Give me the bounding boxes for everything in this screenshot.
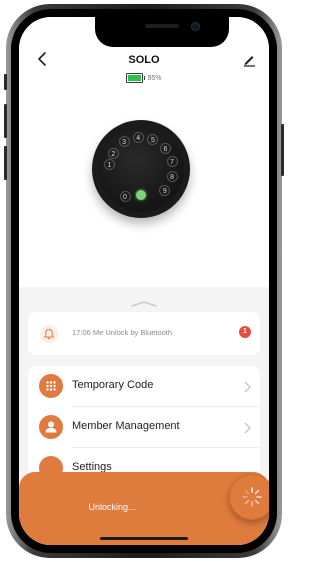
chevron-right-icon (242, 380, 252, 393)
volume-up-button (4, 104, 7, 138)
edit-button[interactable] (241, 51, 257, 67)
keypad-key-4: 4 (132, 131, 144, 143)
lock-header-area: SOLO 95% 1234567 89 0 (19, 17, 269, 287)
bell-icon (40, 325, 58, 343)
chevron-up-icon (131, 301, 157, 307)
recent-activity-card[interactable]: 17:06 Me Unlock by Bluetooth 1 (28, 312, 260, 355)
lock-status-led (136, 190, 146, 200)
keypad-face: 1234567 89 0 (98, 126, 184, 212)
keypad-key-9: 9 (159, 184, 171, 196)
person-icon (39, 415, 63, 439)
app-screen: SOLO 95% 1234567890 17:06 Me Unlock by B… (19, 17, 269, 545)
feature-menu: Temporary Code Member Management Setting… (28, 366, 260, 486)
recent-activity-text: 17:06 Me Unlock by Bluetooth (72, 328, 173, 337)
sheet-handle[interactable] (131, 294, 157, 307)
home-indicator[interactable] (100, 537, 188, 540)
phone-frame: SOLO 95% 1234567890 17:06 Me Unlock by B… (4, 4, 284, 558)
keypad-key-1: 1 (103, 159, 115, 171)
page-title: SOLO (128, 54, 160, 66)
battery-status: 95% (19, 73, 269, 83)
notification-badge: 1 (239, 326, 251, 338)
battery-icon (126, 73, 146, 83)
phone-bezel: SOLO 95% 1234567890 17:06 Me Unlock by B… (11, 9, 277, 553)
battery-percentage: 95% (147, 74, 162, 82)
earpiece-speaker (145, 24, 179, 28)
keypad-key-5: 5 (147, 133, 159, 145)
keypad-grid-icon (39, 374, 63, 398)
keypad-key-6: 6 (160, 142, 171, 154)
smart-lock-keypad-image: 1234567 89 0 (92, 120, 190, 218)
keypad-key-8: 8 (166, 171, 178, 183)
keypad-key-7: 7 (166, 155, 178, 167)
power-button (281, 124, 284, 176)
volume-down-button (4, 146, 7, 180)
unlock-button[interactable] (229, 474, 269, 520)
front-camera (191, 22, 200, 31)
keypad-key-0: 0 (119, 191, 131, 203)
notch (95, 17, 229, 47)
menu-item-temporary-code[interactable]: Temporary Code (28, 366, 260, 406)
menu-item-label: Temporary Code (72, 379, 154, 391)
menu-item-label: Member Management (72, 420, 180, 432)
chevron-right-icon (242, 421, 252, 434)
mute-switch (4, 74, 7, 90)
battery-level-fill (128, 75, 141, 81)
keypad-key-3: 3 (118, 136, 130, 148)
pencil-icon (244, 56, 255, 67)
keypad-key-2: 2 (107, 147, 119, 159)
loading-spinner-icon (242, 487, 262, 507)
unlocking-status-text: Unlocking... (88, 502, 136, 512)
menu-item-member-management[interactable]: Member Management (28, 407, 260, 447)
